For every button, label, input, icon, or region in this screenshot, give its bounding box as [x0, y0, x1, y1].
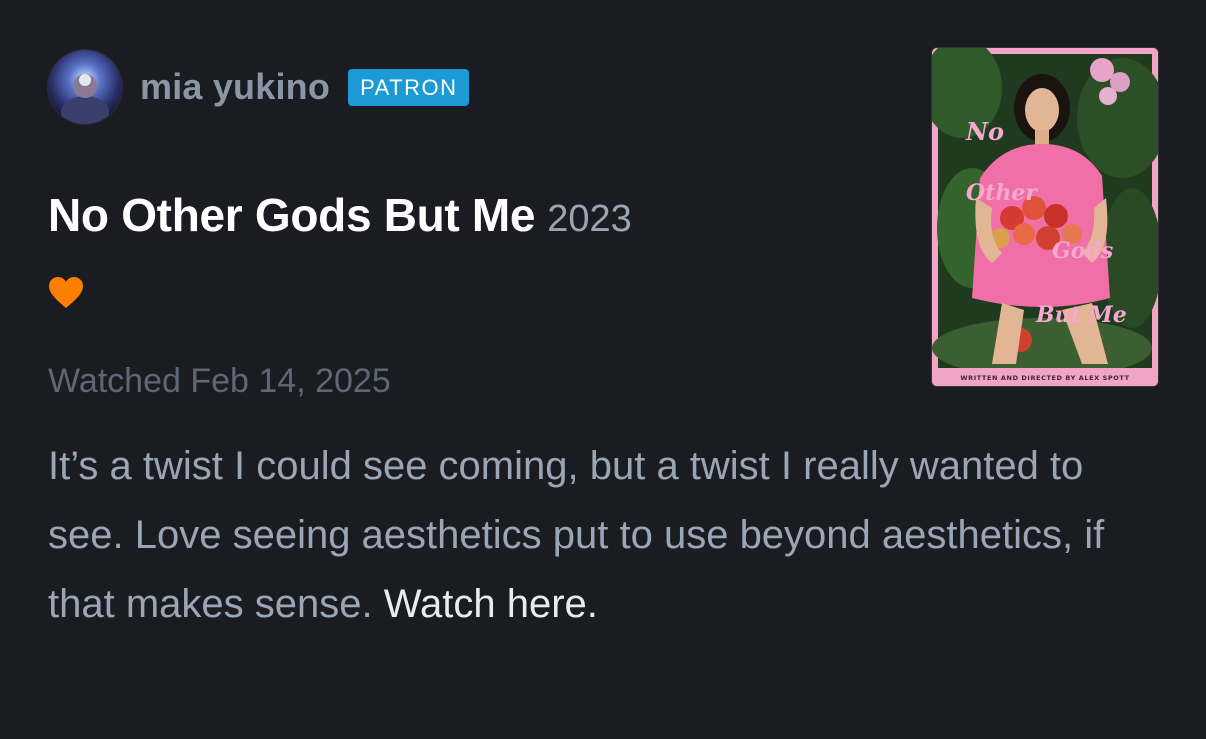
poster-title-3: Gods [1052, 238, 1113, 264]
film-heading: No Other Gods But Me 2023 [48, 188, 632, 242]
film-poster[interactable]: No Other Gods But Me WRITTEN AND DIRECTE… [932, 48, 1158, 386]
watched-date: Watched Feb 14, 2025 [48, 362, 391, 400]
patron-badge: PATRON [348, 68, 470, 106]
film-year[interactable]: 2023 [547, 198, 632, 241]
film-title[interactable]: No Other Gods But Me [48, 188, 536, 242]
heart-icon [48, 276, 84, 310]
poster-title-1: No [965, 117, 1004, 146]
poster-credit: WRITTEN AND DIRECTED BY ALEX SPOTT [960, 374, 1129, 382]
username[interactable]: mia yukino [140, 66, 330, 108]
review-body: It’s a twist I could see coming, but a t… [48, 432, 1128, 639]
review-card: mia yukino PATRON No Other Gods But Me 2… [0, 0, 1206, 739]
avatar[interactable] [48, 50, 122, 124]
watch-link[interactable]: Watch here. [384, 582, 598, 626]
poster-title-2: Other [966, 180, 1038, 206]
review-header: mia yukino PATRON [48, 50, 470, 124]
poster-title-4: But Me [1035, 302, 1127, 328]
